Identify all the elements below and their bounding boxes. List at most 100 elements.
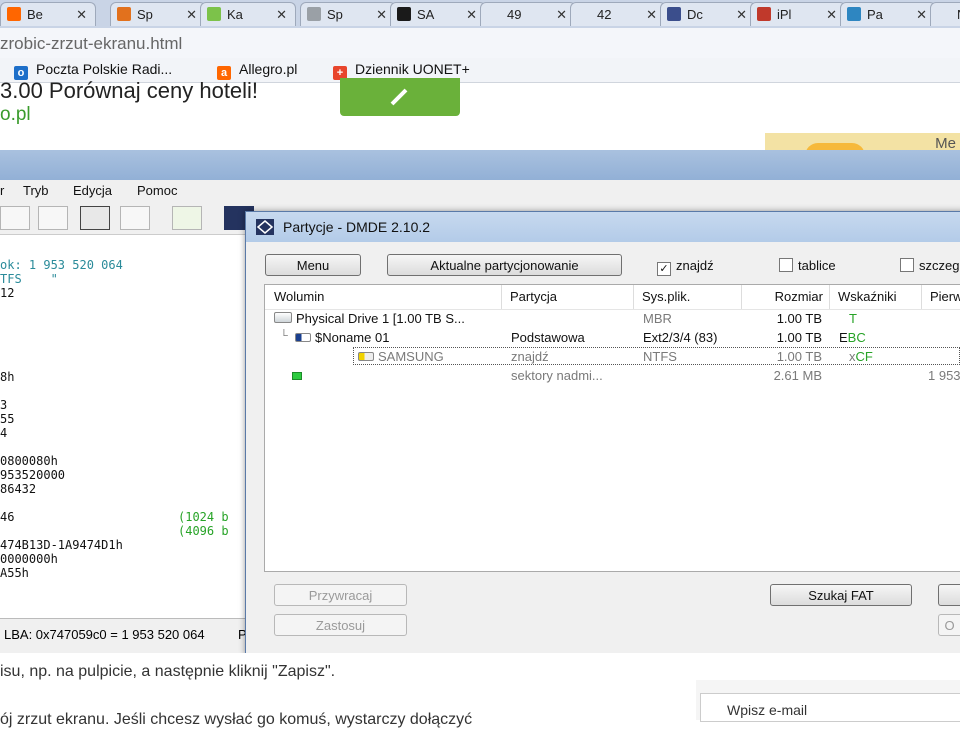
current-partitioning-button[interactable]: Aktualne partycjonowanie [387, 254, 622, 276]
toolbar-goto-icon[interactable] [172, 206, 202, 230]
col-header-wolumin[interactable]: Wolumin [266, 285, 502, 309]
dialog-title: Partycje - DMDE 2.10.2 [283, 219, 431, 235]
hard-drive-icon [274, 312, 292, 323]
menu-item-pomoc[interactable]: Pomoc [137, 183, 177, 198]
table-row[interactable] [265, 366, 960, 385]
hex-line: 3 [0, 398, 8, 412]
checkbox-znajdz[interactable]: ✓ znajdź [657, 258, 714, 276]
hex-line: ok: 1 953 520 064 [0, 258, 123, 272]
tab-label: SA [417, 7, 435, 22]
browser-tab[interactable]: iPl ✕ [750, 2, 846, 26]
col-header-wskazniki[interactable]: Wskaźniki [830, 285, 922, 309]
col-header-partycja[interactable]: Partycja [502, 285, 634, 309]
browser-tab[interactable]: 42 ✕ [570, 2, 666, 26]
hotel-ad-text: 3.00 Porównaj ceny hoteli! [0, 78, 259, 103]
row-fs: NTFS [643, 349, 677, 364]
browser-tab[interactable]: N [930, 2, 960, 26]
tab-label: 49 [507, 7, 522, 22]
tab-close-icon[interactable]: ✕ [466, 3, 477, 26]
toolbar-list-icon[interactable] [38, 206, 68, 230]
toolbar-view-icon[interactable] [0, 206, 30, 230]
dialog-title-bar: Partycje - DMDE 2.10.2 [246, 212, 960, 242]
hex-line: 4 [0, 426, 8, 440]
menu-item-tryb[interactable]: Tryb [23, 183, 49, 198]
menu-button[interactable]: Menu [265, 254, 361, 276]
article-text-line: ój zrzut ekranu. Jeśli chcesz wysłać go … [0, 711, 473, 728]
apply-button[interactable]: Zastosuj [274, 614, 407, 636]
arrow-icon [390, 88, 408, 106]
checkbox-checked-icon: ✓ [657, 262, 671, 276]
toolbar-find-icon[interactable] [120, 206, 150, 230]
tab-label: Ka [227, 7, 243, 22]
browser-tab[interactable]: Ka ✕ [200, 2, 296, 26]
tab-close-icon[interactable]: ✕ [826, 3, 837, 26]
row-volume: Physical Drive 1 [1.00 TB S... [274, 311, 465, 326]
tab-close-icon[interactable]: ✕ [186, 3, 197, 26]
checkbox-tablice[interactable]: tablice [779, 258, 836, 273]
col-header-pierw[interactable]: Pierw [922, 285, 960, 309]
hex-line: 474B13D-1A9474D1h [0, 538, 123, 552]
dmde-logo-icon [256, 219, 274, 235]
browser-tab[interactable]: Be ✕ [0, 2, 96, 26]
checkbox-szczeg[interactable]: szczeg [900, 258, 959, 273]
browser-tab[interactable]: Sp ✕ [300, 2, 396, 26]
dmde-status-bar: LBA: 0x747059c0 = 1 953 520 064 P [0, 618, 252, 653]
partition-icon [358, 352, 374, 361]
col-header-sysplik[interactable]: Sys.plik. [634, 285, 742, 309]
tab-close-icon[interactable]: ✕ [916, 3, 927, 26]
newsletter-email-input[interactable]: Wpisz e-mail [700, 693, 960, 722]
checkbox-empty-icon [779, 258, 793, 272]
tab-label: Pa [867, 7, 883, 22]
row-flags: T [849, 311, 857, 326]
tab-close-icon[interactable]: ✕ [736, 3, 747, 26]
restore-button[interactable]: Przywracaj [274, 584, 407, 606]
browser-tab[interactable]: Pa ✕ [840, 2, 936, 26]
tab-favicon-icon [937, 7, 951, 21]
row-partition: znajdź [511, 349, 549, 364]
address-url[interactable]: zrobic-zrzut-ekranu.html [0, 34, 182, 54]
row-size: 1.00 TB [776, 330, 822, 345]
row-volume: $Noname 01 [295, 330, 389, 345]
tab-close-icon[interactable]: ✕ [376, 3, 387, 26]
menu-item-edycja[interactable]: Edycja [73, 183, 112, 198]
row-fs: Ext2/3/4 (83) [643, 330, 718, 345]
hex-line: 86432 [0, 482, 37, 496]
tab-label: Sp [137, 7, 153, 22]
search-fat-button[interactable]: Szukaj FAT [770, 584, 912, 606]
hotel-ad-button[interactable] [340, 78, 460, 116]
tab-favicon-icon [847, 7, 861, 21]
row-flags: xCF [849, 349, 873, 364]
tab-favicon-icon [667, 7, 681, 21]
row-size: 1.00 TB [776, 349, 822, 364]
col-header-rozmiar[interactable]: Rozmiar [742, 285, 830, 309]
row-size: 2.61 MB [773, 368, 822, 383]
browser-tab[interactable]: SA ✕ [390, 2, 486, 26]
hex-line: 953520000 [0, 468, 66, 482]
tab-close-icon[interactable]: ✕ [276, 3, 287, 26]
row-partition: Podstawowa [511, 330, 585, 345]
tab-close-icon[interactable]: ✕ [646, 3, 657, 26]
article-text-line: isu, np. na pulpicie, a następnie klikni… [0, 663, 336, 680]
row-volume [292, 368, 302, 383]
menu-item-r[interactable]: r [0, 183, 4, 198]
hex-line: 0800080h [0, 454, 58, 468]
hex-view-pane[interactable]: ok: 1 953 520 064 TFS " 12 8h 3 55 4 080… [0, 256, 252, 618]
row-fs: MBR [643, 311, 672, 326]
row-first: 1 953 [928, 368, 960, 383]
tab-close-icon[interactable]: ✕ [556, 3, 567, 26]
browser-tab[interactable]: 49 ✕ [480, 2, 576, 26]
email-placeholder: Wpisz e-mail [727, 702, 808, 718]
toolbar-hex-icon[interactable] [80, 206, 110, 230]
tab-label: Be [27, 7, 43, 22]
tab-favicon-icon [397, 7, 411, 21]
browser-tab[interactable]: Sp ✕ [110, 2, 206, 26]
browser-tab[interactable]: Dc ✕ [660, 2, 756, 26]
free-space-icon [292, 372, 302, 380]
tab-label: Sp [327, 7, 343, 22]
ok-button[interactable]: O [938, 614, 960, 636]
tab-close-icon[interactable]: ✕ [76, 3, 87, 26]
search-ntfs-button[interactable] [938, 584, 960, 606]
dmde-menu-bar: r Tryb Edycja Pomoc [0, 180, 960, 202]
hotel-ad-link[interactable]: o.pl [0, 104, 31, 126]
hex-line: 55 [0, 412, 15, 426]
